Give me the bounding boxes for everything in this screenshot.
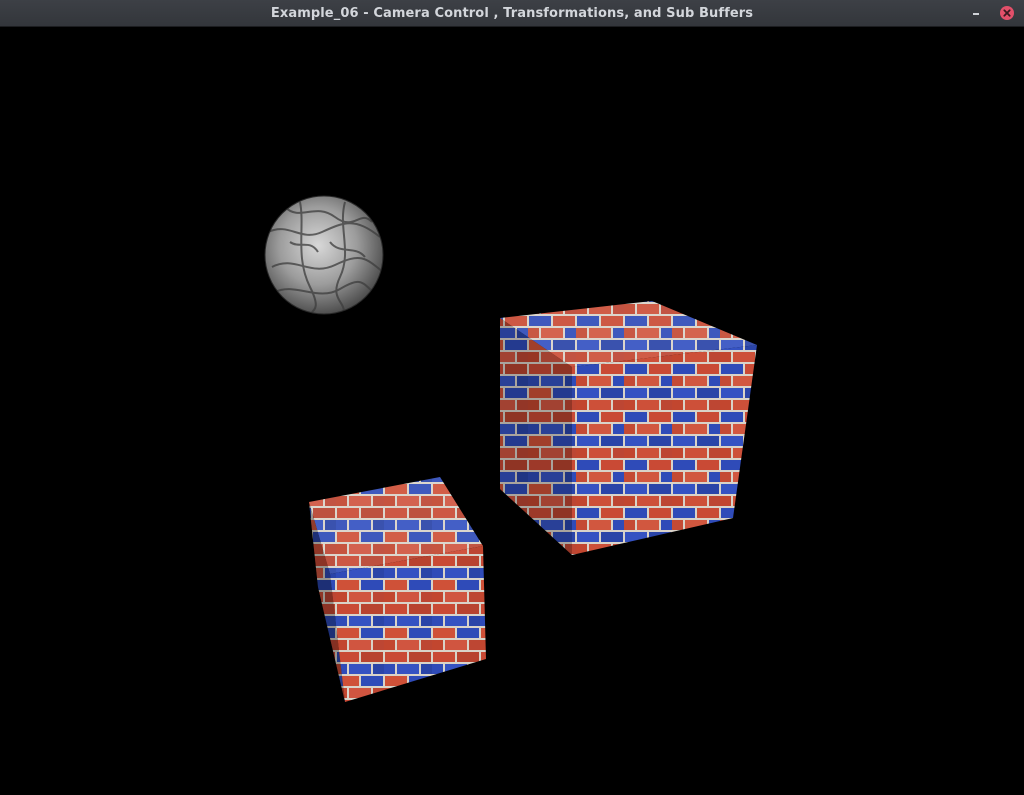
- app-window: Example_06 - Camera Control , Transforma…: [0, 0, 1024, 795]
- brick-cube-large: [500, 301, 757, 555]
- scene-canvas: [264, 195, 757, 702]
- minimize-button[interactable]: [968, 5, 984, 21]
- window-title: Example_06 - Camera Control , Transforma…: [270, 6, 754, 21]
- marble-sphere: [264, 195, 384, 315]
- render-viewport[interactable]: [0, 27, 1024, 795]
- close-button[interactable]: [1000, 6, 1014, 20]
- window-titlebar[interactable]: Example_06 - Camera Control , Transforma…: [0, 0, 1024, 27]
- brick-cube-small: [309, 477, 486, 702]
- close-icon: [1003, 9, 1011, 17]
- minimize-icon: [973, 13, 979, 15]
